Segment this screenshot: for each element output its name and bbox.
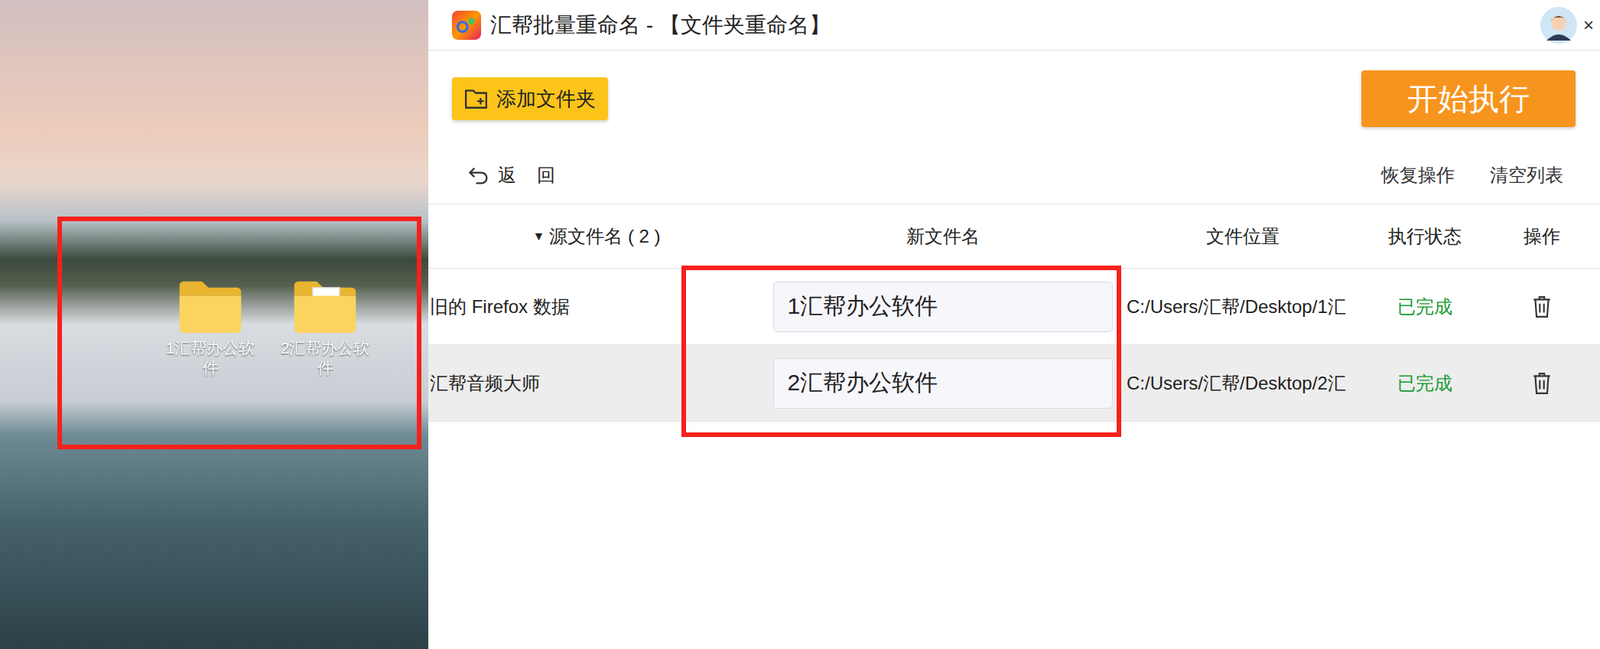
start-button[interactable]: 开始执行 <box>1361 70 1576 127</box>
table-row[interactable]: 汇帮音频大师 2汇帮办公软件 C:/Users/汇帮/Desktop/2汇 已完… <box>428 344 1600 422</box>
app-window: 汇帮批量重命名 - 【文件夹重命名】 × 添加文件夹 开始执行 返 回 恢复操作… <box>428 0 1600 649</box>
file-location: C:/Users/汇帮/Desktop/2汇 <box>1120 344 1366 421</box>
trash-icon[interactable] <box>1531 371 1552 395</box>
window-title: 汇帮批量重命名 - 【文件夹重命名】 <box>490 10 831 40</box>
highlight-box <box>681 265 1122 437</box>
sort-icon[interactable]: ▼ <box>532 229 545 244</box>
column-header[interactable]: ▼源文件名 ( 2 ) <box>428 204 765 268</box>
file-location: C:/Users/汇帮/Desktop/1汇 <box>1120 268 1366 345</box>
column-header: 执行状态 <box>1365 204 1484 268</box>
status: 已完成 <box>1365 268 1484 345</box>
nav-action[interactable]: 清空列表 <box>1489 162 1564 188</box>
nav-bar: 返 回 恢复操作 清空列表 <box>428 146 1600 204</box>
folder-icon <box>177 276 244 335</box>
back-button[interactable]: 返 回 <box>467 162 563 188</box>
folder-label: 2汇帮办公软件 <box>274 338 376 379</box>
avatar-icon[interactable] <box>1540 6 1578 44</box>
desktop-icons: 1汇帮办公软件 2汇帮办公软件 <box>152 276 383 379</box>
operation-cell <box>1483 344 1600 421</box>
new-name-input[interactable]: 2汇帮办公软件 <box>773 357 1113 409</box>
column-header: 文件位置 <box>1120 204 1366 268</box>
status: 已完成 <box>1365 344 1484 421</box>
new-name-cell: 2汇帮办公软件 <box>764 344 1121 421</box>
nav-action[interactable]: 恢复操作 <box>1381 162 1455 188</box>
new-name-cell: 1汇帮办公软件 <box>764 268 1121 345</box>
back-arrow-icon <box>467 165 491 186</box>
trash-icon[interactable] <box>1531 295 1552 319</box>
file-table: ▼源文件名 ( 2 )新文件名文件位置执行状态操作 旧的 Firefox 数据 … <box>428 203 1600 422</box>
column-header: 新文件名 <box>764 204 1121 268</box>
folder-icon <box>292 276 358 335</box>
table-header: ▼源文件名 ( 2 )新文件名文件位置执行状态操作 <box>428 203 1600 269</box>
add-folder-button[interactable]: 添加文件夹 <box>452 77 609 121</box>
close-button[interactable]: × <box>1583 14 1594 36</box>
highlight-box <box>57 216 422 449</box>
operation-cell <box>1483 268 1600 345</box>
desktop-folder[interactable]: 2汇帮办公软件 <box>267 276 383 379</box>
column-header: 操作 <box>1483 204 1600 268</box>
title-bar: 汇帮批量重命名 - 【文件夹重命名】 × <box>428 0 1600 51</box>
folder-plus-icon <box>464 87 489 111</box>
desktop: 1汇帮办公软件 2汇帮办公软件 <box>0 0 429 649</box>
table-row[interactable]: 旧的 Firefox 数据 1汇帮办公软件 C:/Users/汇帮/Deskto… <box>428 268 1600 345</box>
screen: 1汇帮办公软件 2汇帮办公软件 汇帮批量重命名 - 【文件夹重命名】 × 添加文… <box>0 0 1600 649</box>
desktop-folder[interactable]: 1汇帮办公软件 <box>152 276 268 379</box>
toolbar: 添加文件夹 开始执行 <box>428 50 1600 147</box>
folder-label: 1汇帮办公软件 <box>159 338 261 379</box>
source-name: 汇帮音频大师 <box>428 344 765 421</box>
new-name-input[interactable]: 1汇帮办公软件 <box>773 281 1113 332</box>
app-logo-icon <box>452 10 482 40</box>
source-name: 旧的 Firefox 数据 <box>428 268 765 345</box>
